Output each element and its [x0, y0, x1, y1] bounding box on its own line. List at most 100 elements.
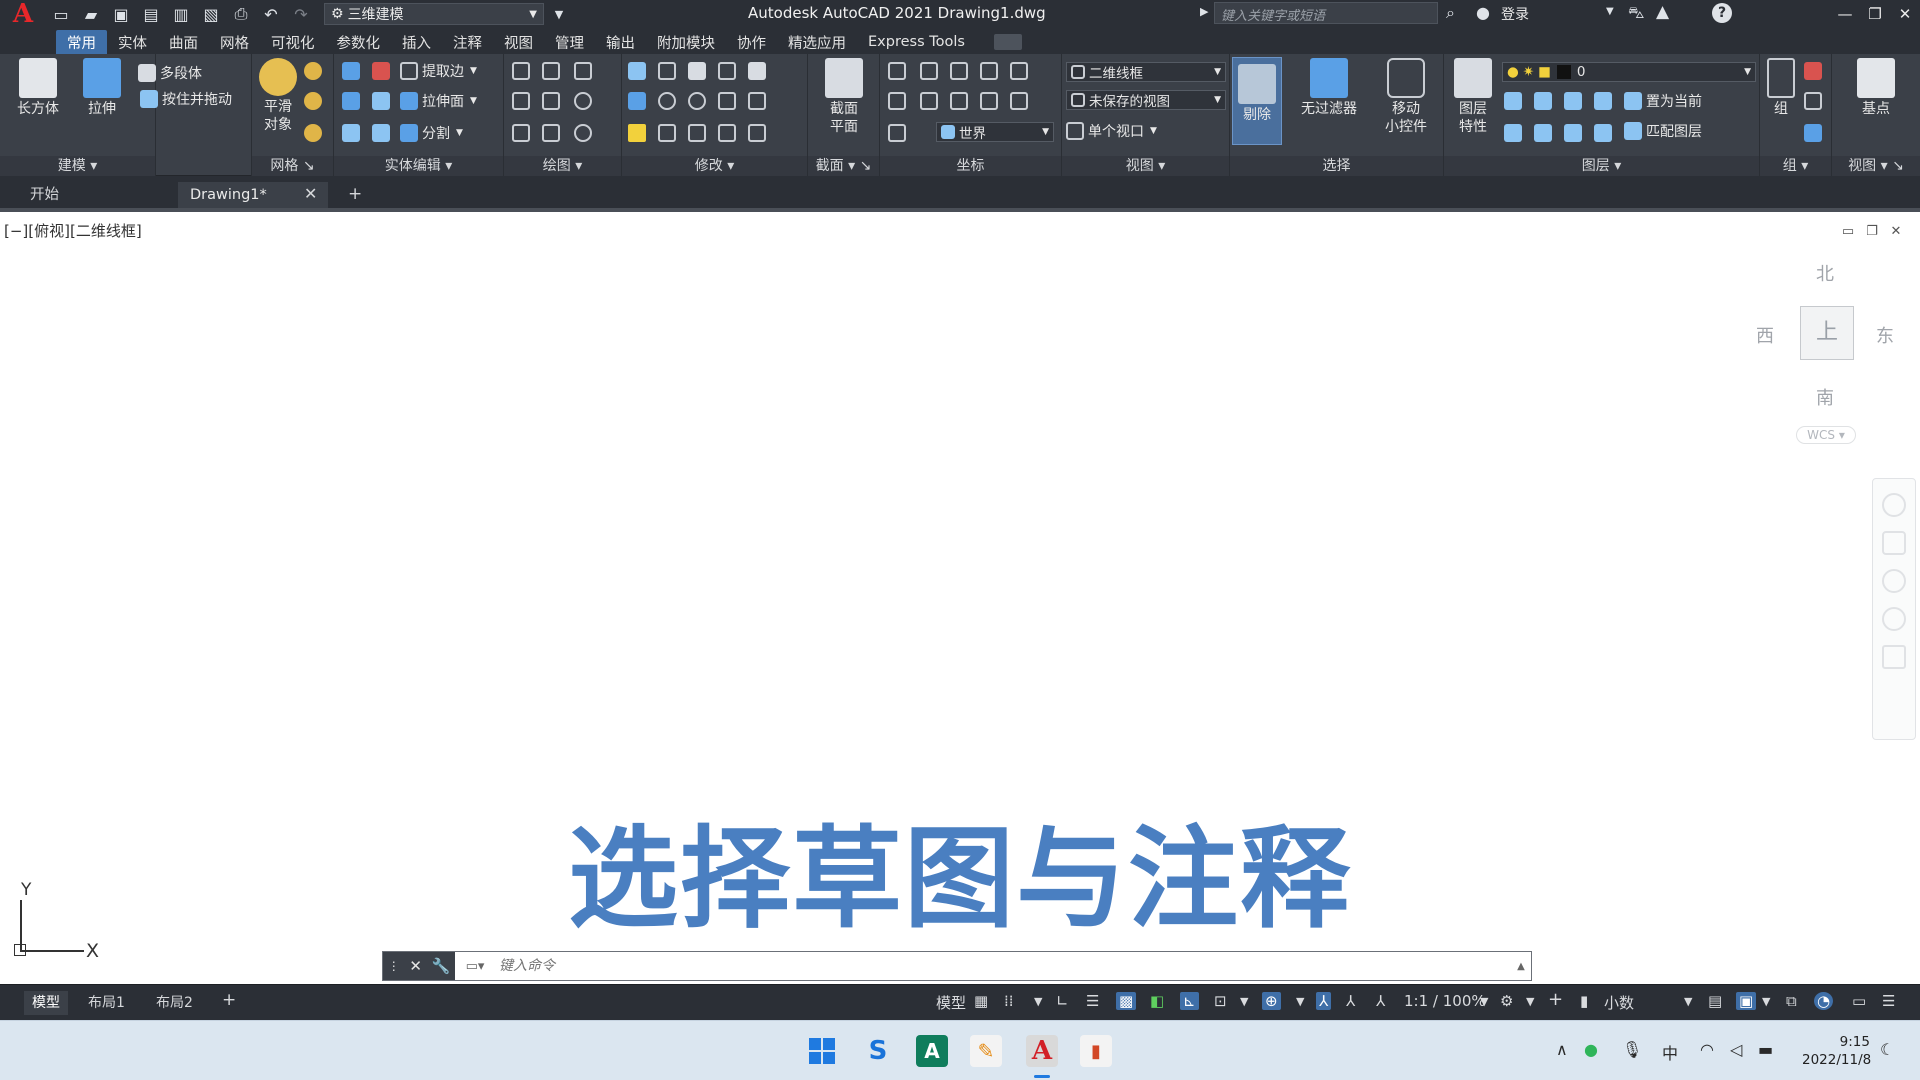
close-icon[interactable]: ✕: [409, 957, 422, 975]
hardware-acceleration-icon[interactable]: ◔: [1814, 992, 1834, 1010]
ucs-view-icon[interactable]: [980, 62, 998, 80]
wechat-tray-icon[interactable]: ●: [1584, 1040, 1598, 1059]
offset-icon[interactable]: [718, 124, 736, 142]
autocad-architecture-app-icon[interactable]: A: [916, 1035, 948, 1067]
model-space-toggle[interactable]: 模型: [936, 992, 966, 1013]
chevron-down-icon[interactable]: ▼: [1296, 995, 1304, 1008]
workspace-select[interactable]: ⚙ 三维建模 ▼: [324, 3, 544, 25]
ucs-y-icon[interactable]: [950, 92, 968, 110]
tab-surface[interactable]: 曲面: [158, 30, 209, 54]
polar-tracking-icon[interactable]: ◧: [1150, 992, 1164, 1010]
polyline-icon[interactable]: [512, 62, 530, 80]
microphone-icon[interactable]: 🎙: [1622, 1040, 1642, 1059]
chevron-up-icon[interactable]: ∧: [1556, 1040, 1568, 1059]
viewcube-north[interactable]: 北: [1816, 260, 1834, 286]
layer-on-icon[interactable]: [1504, 124, 1522, 142]
section-plane-button[interactable]: 截面 平面: [816, 58, 872, 136]
wifi-icon[interactable]: ◠: [1700, 1040, 1714, 1059]
ucs-object-icon[interactable]: [1010, 92, 1028, 110]
import-icon[interactable]: ▧: [200, 3, 222, 25]
copy-icon[interactable]: [718, 62, 736, 80]
construction-line-icon[interactable]: [542, 92, 560, 110]
steering-wheel-icon[interactable]: [1882, 493, 1906, 517]
arc-icon[interactable]: [574, 62, 592, 80]
box-button[interactable]: 长方体: [10, 58, 66, 118]
annotation-visibility-icon[interactable]: ⅄: [1316, 992, 1332, 1010]
scale-icon[interactable]: [658, 124, 676, 142]
group-button[interactable]: 组: [1764, 58, 1798, 118]
save-as-icon[interactable]: ▤: [140, 3, 162, 25]
tab-express-tools[interactable]: Express Tools: [857, 30, 976, 54]
ucs-origin-marker[interactable]: [14, 944, 26, 956]
tab-start[interactable]: 开始: [18, 182, 168, 208]
quick-properties-icon[interactable]: ▤: [1708, 992, 1722, 1010]
workspace-gear-icon[interactable]: ⚙: [1500, 992, 1513, 1010]
panel-title-layers[interactable]: 图层 ▾: [1444, 156, 1759, 176]
panel-title-section[interactable]: 截面 ▾ ↘: [808, 156, 879, 176]
named-view-select[interactable]: 未保存的视图 ▼: [1066, 90, 1226, 110]
viewcube-west[interactable]: 西: [1756, 322, 1774, 348]
powerpoint-app-icon[interactable]: ▮: [1080, 1035, 1112, 1067]
layer-select[interactable]: ● ✷ ■ 0 ▼: [1502, 62, 1756, 82]
erase-icon[interactable]: [628, 124, 646, 142]
3d-rotate-icon[interactable]: [658, 62, 676, 80]
3d-array-icon[interactable]: [658, 92, 676, 110]
culling-button[interactable]: 剔除: [1232, 57, 1282, 145]
tab-addins[interactable]: 附加模块: [646, 30, 726, 54]
grip-icon[interactable]: ⋮: [388, 959, 400, 973]
tab-visualize[interactable]: 可视化: [260, 30, 326, 54]
tab-solid[interactable]: 实体: [107, 30, 158, 54]
panel-title-modify[interactable]: 修改 ▾: [622, 156, 807, 176]
separate-button[interactable]: 分割 ▼: [400, 122, 463, 144]
ucs-icon[interactable]: [888, 62, 906, 80]
dynamic-input-icon[interactable]: ☰: [1086, 992, 1099, 1010]
union-icon[interactable]: [342, 62, 360, 80]
smooth-object-button[interactable]: 平滑 对象: [254, 58, 302, 134]
grid-icon[interactable]: ▦: [974, 992, 988, 1010]
viewport-controls-label[interactable]: [−][俯视][二维线框]: [4, 220, 142, 241]
move-icon[interactable]: [688, 62, 706, 80]
restore-icon[interactable]: ❐: [1860, 2, 1890, 26]
polygon-icon[interactable]: [512, 124, 530, 142]
annotation-scale-icon[interactable]: ⅄: [1376, 992, 1385, 1010]
chevron-down-icon[interactable]: ▼: [1762, 995, 1770, 1008]
minimize-icon[interactable]: —: [1830, 2, 1860, 26]
recent-commands-button[interactable]: ▭▾: [455, 952, 495, 980]
set-current-button[interactable]: 置为当前: [1624, 90, 1702, 112]
pan-icon[interactable]: [1882, 531, 1906, 555]
tab-insert[interactable]: 插入: [391, 30, 442, 54]
open-folder-icon[interactable]: ▰: [80, 3, 102, 25]
redo-icon[interactable]: ↷: [290, 3, 312, 25]
restore-icon[interactable]: ❐: [1864, 224, 1880, 239]
command-input[interactable]: [495, 954, 1511, 978]
ribbon-minimize-button[interactable]: [993, 34, 1022, 50]
drawing-canvas[interactable]: [−][俯视][二维线框] ▭ ❐ ✕ 北 西 东 南 上 WCS ▾ Y X …: [0, 216, 1920, 984]
login-link[interactable]: 登录: [1501, 4, 1529, 24]
chevron-right-icon[interactable]: ▶: [1200, 5, 1208, 18]
snap-icon[interactable]: ⁞⁞: [1004, 992, 1014, 1010]
ucs-icon-props-icon[interactable]: [888, 124, 906, 142]
panel-title-modeling[interactable]: 建模 ▾: [0, 156, 155, 176]
viewcube-east[interactable]: 东: [1876, 322, 1894, 348]
tab-output[interactable]: 输出: [595, 30, 646, 54]
layout-tab-model[interactable]: 模型: [24, 991, 68, 1015]
windows-start-icon[interactable]: [806, 1035, 838, 1067]
clean-screen-icon[interactable]: ▭: [1852, 992, 1866, 1010]
tab-mesh[interactable]: 网格: [209, 30, 260, 54]
mirror-icon[interactable]: [688, 124, 706, 142]
isolate-objects-icon[interactable]: ⧉: [1786, 992, 1797, 1010]
ortho-icon[interactable]: ▩: [1116, 992, 1137, 1010]
extract-edges-button[interactable]: 提取边 ▼: [400, 60, 477, 82]
volume-icon[interactable]: ◁: [1730, 1040, 1742, 1059]
autodesk-account-icon[interactable]: ▲: [1656, 2, 1669, 22]
annotation-monitor-icon[interactable]: +: [1548, 989, 1563, 1010]
isometric-icon[interactable]: ⊾: [1180, 992, 1199, 1010]
undo-icon[interactable]: ↶: [260, 3, 282, 25]
group-edit-icon[interactable]: [1804, 92, 1822, 110]
panel-title-view-right[interactable]: 视图 ▾ ↘: [1832, 156, 1920, 176]
circle-icon[interactable]: [574, 92, 592, 110]
new-file-icon[interactable]: ▭: [50, 3, 72, 25]
zoom-icon[interactable]: [1882, 569, 1906, 593]
chevron-down-icon[interactable]: ▼: [1526, 995, 1534, 1008]
ucs-origin-icon[interactable]: [950, 62, 968, 80]
